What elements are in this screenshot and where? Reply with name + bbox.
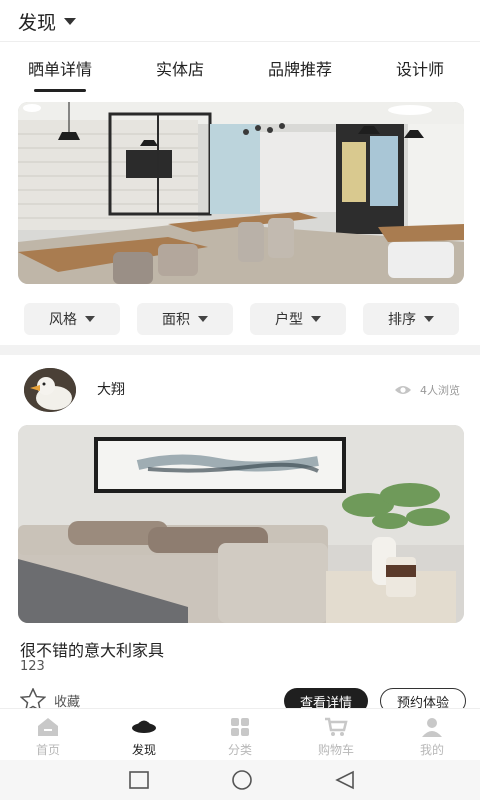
filter-style[interactable]: 风格 (24, 303, 120, 335)
caret-down-icon (311, 316, 321, 322)
post-subtitle: 123 (20, 659, 45, 674)
nav-cart[interactable]: 购物车 (288, 709, 384, 760)
caret-down-icon (64, 18, 77, 25)
discover-icon (132, 720, 156, 733)
home-icon (38, 718, 58, 736)
page-title: 发现 (18, 12, 57, 34)
tab-bar: 晒单详情 实体店 品牌推荐 设计师 (0, 42, 480, 94)
nav-label: 我的 (419, 743, 444, 757)
back-triangle-icon[interactable] (334, 770, 356, 790)
tab-brand-recommend[interactable]: 品牌推荐 (240, 42, 360, 94)
tab-label: 品牌推荐 (267, 60, 332, 79)
favorite-label: 收藏 (54, 694, 81, 710)
view-count-text: 4人浏览 (420, 384, 460, 397)
tab-share-details[interactable]: 晒单详情 (0, 42, 120, 94)
nav-label: 分类 (227, 743, 252, 757)
avatar[interactable] (24, 368, 76, 412)
nav-category[interactable]: 分类 (192, 709, 288, 760)
filter-sort[interactable]: 排序 (363, 303, 459, 335)
system-nav-bar (0, 760, 480, 800)
eye-icon (395, 386, 411, 394)
tab-label: 设计师 (395, 60, 444, 79)
bedroom-picture (18, 425, 464, 623)
duck-avatar-icon (24, 368, 76, 412)
nav-label: 购物车 (317, 743, 354, 757)
post-photo[interactable] (18, 425, 464, 623)
tab-label: 晒单详情 (27, 60, 92, 79)
caret-down-icon (198, 316, 208, 322)
banner-image[interactable] (18, 102, 464, 284)
filter-label: 面积 (162, 312, 190, 328)
nav-profile[interactable]: 我的 (384, 709, 480, 760)
top-bar: 发现 (0, 0, 480, 42)
nav-label: 发现 (131, 743, 156, 757)
filter-area[interactable]: 面积 (137, 303, 233, 335)
category-icon (231, 718, 249, 736)
view-count: 4人浏览 (394, 382, 460, 398)
nav-home[interactable]: 首页 (0, 709, 96, 760)
filter-layout[interactable]: 户型 (250, 303, 346, 335)
caret-down-icon (424, 316, 434, 322)
post-title: 很不错的意大利家具 (20, 641, 165, 660)
page-title-dropdown[interactable]: 发现 (18, 8, 77, 35)
tab-physical-store[interactable]: 实体店 (120, 42, 240, 94)
banner-restaurant-picture (18, 102, 464, 284)
recent-apps-icon[interactable] (128, 770, 150, 790)
filter-label: 排序 (388, 312, 416, 328)
post-header: 大翔 4人浏览 (0, 362, 480, 418)
filter-label: 风格 (49, 312, 77, 328)
filter-bar: 风格 面积 户型 排序 (0, 303, 480, 335)
bottom-nav: 首页 发现 分类 购物车 我的 (0, 708, 480, 760)
cart-icon (325, 717, 348, 736)
tab-label: 实体店 (155, 60, 204, 79)
filter-label: 户型 (275, 312, 303, 328)
nav-label: 首页 (35, 743, 60, 757)
home-circle-icon[interactable] (230, 770, 254, 790)
username[interactable]: 大翔 (97, 379, 125, 399)
nav-discover[interactable]: 发现 (96, 709, 192, 760)
profile-icon (422, 718, 442, 737)
section-divider (0, 345, 480, 355)
tab-designer[interactable]: 设计师 (360, 42, 480, 94)
caret-down-icon (85, 316, 95, 322)
